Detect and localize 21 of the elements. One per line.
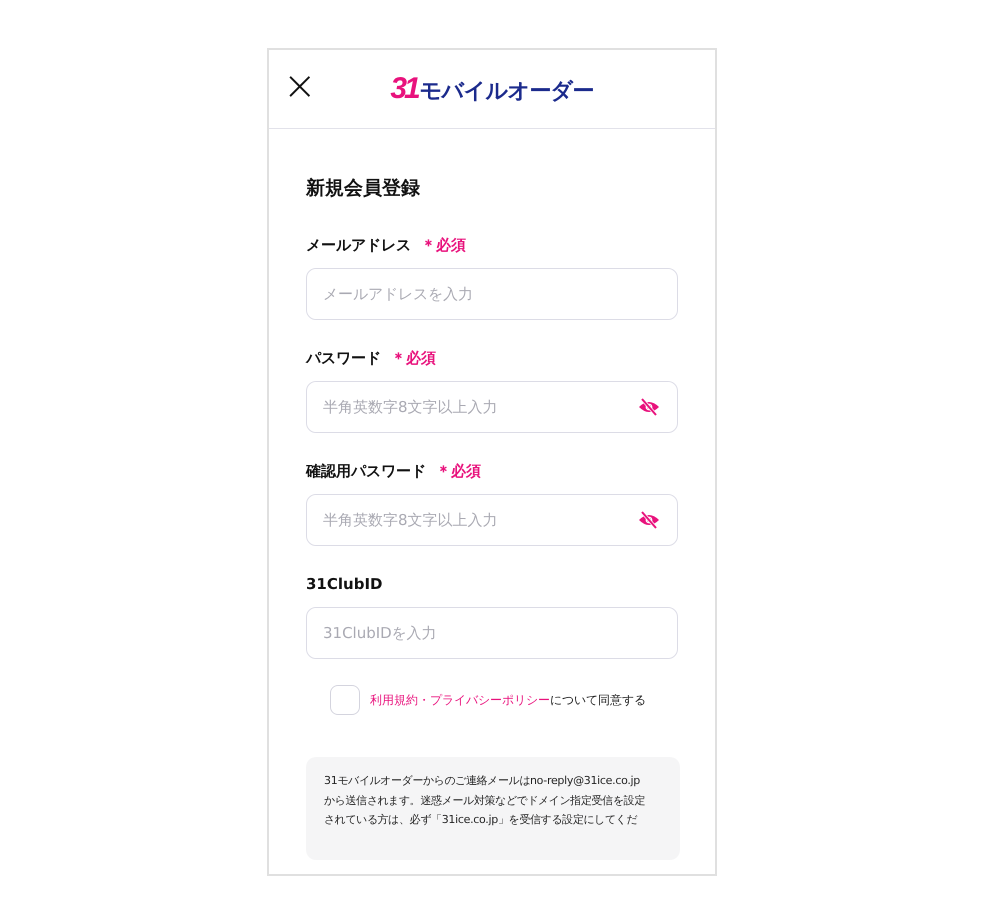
field-label: 31ClubID [306,575,382,593]
field-label: パスワード [306,348,381,368]
page-title: 新規会員登録 [306,176,421,201]
password-field[interactable]: 半角英数字8文字以上入力 [306,494,678,546]
eye-slash-icon[interactable] [638,398,660,416]
field-label: メールアドレス [306,236,411,254]
required-mark: ＊必須 [436,462,481,480]
logo-text: モバイルオーダー [420,78,594,106]
eye-slash-icon[interactable] [638,511,660,529]
agreement-text: 利用規約・プライバシーポリシーについて同意する [370,692,646,708]
checkbox[interactable] [330,685,360,715]
input-field[interactable]: メールアドレスを入力 [306,268,678,320]
close-button[interactable]: × [281,66,319,106]
required-mark: ＊必須 [391,348,436,368]
notice-text: 31モバイルオーダーからのご連絡メールはno-reply@31ice.co.jp から送信されます。迷惑メール対策などでドメイン指定受信を設定 されている方は、必ず「31ice.co.jp」を受信する設定にしてくだ [324,773,646,828]
password-field[interactable]: 半角英数字8文字以上入力 [306,381,678,433]
terms-link[interactable]: 利用規約・プライバシーポリシー [370,692,550,706]
field-label: 確認用パスワード [306,462,426,480]
logo-number: 31 [390,72,418,106]
required-mark: ＊必須 [421,236,466,254]
input-field[interactable]: 31ClubIDを入力 [306,607,678,659]
